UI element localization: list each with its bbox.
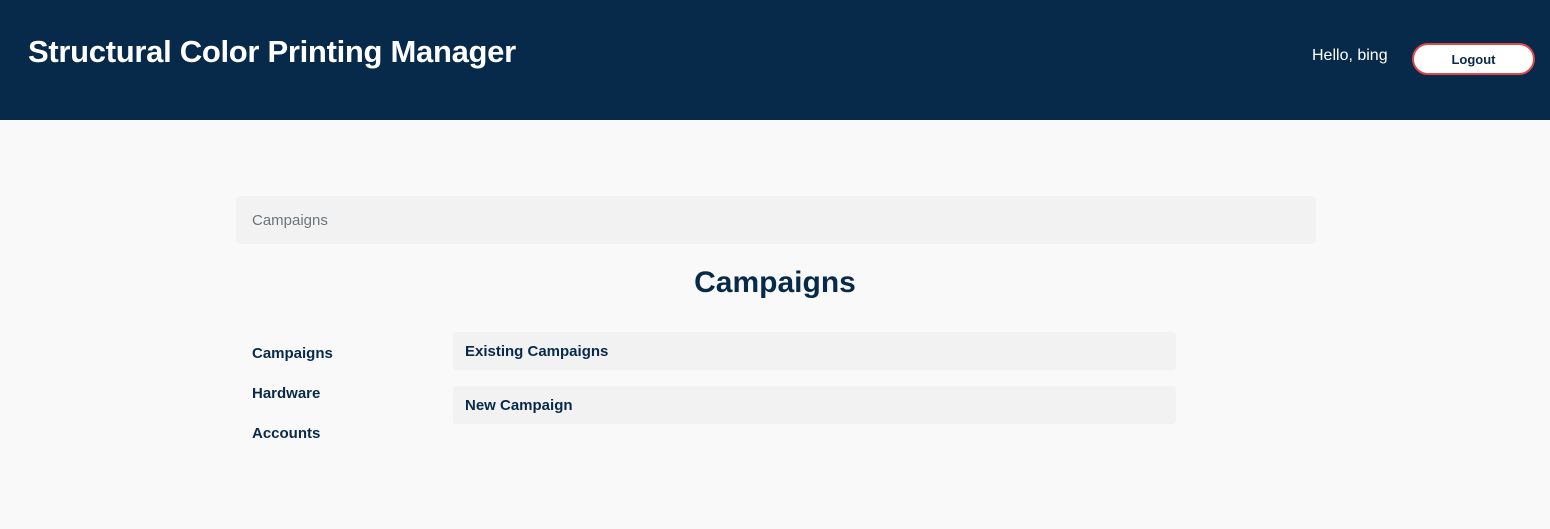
campaign-options-list: Existing Campaigns New Campaign [453, 332, 1176, 440]
sidebar-item-campaigns[interactable]: Campaigns [252, 344, 333, 384]
breadcrumb: Campaigns [236, 196, 1316, 244]
sidebar-item-hardware[interactable]: Hardware [252, 384, 333, 424]
sidebar-item-accounts[interactable]: Accounts [252, 424, 333, 464]
new-campaign-card[interactable]: New Campaign [453, 386, 1176, 424]
logout-button[interactable]: Logout [1412, 43, 1535, 75]
app-header: Structural Color Printing Manager Hello,… [0, 0, 1550, 120]
page-title: Campaigns [694, 266, 856, 299]
existing-campaigns-card[interactable]: Existing Campaigns [453, 332, 1176, 370]
breadcrumb-item-campaigns: Campaigns [252, 211, 328, 229]
side-nav: Campaigns Hardware Accounts [252, 344, 333, 464]
user-greeting: Hello, bing [1312, 47, 1388, 64]
app-title: Structural Color Printing Manager [28, 34, 516, 69]
